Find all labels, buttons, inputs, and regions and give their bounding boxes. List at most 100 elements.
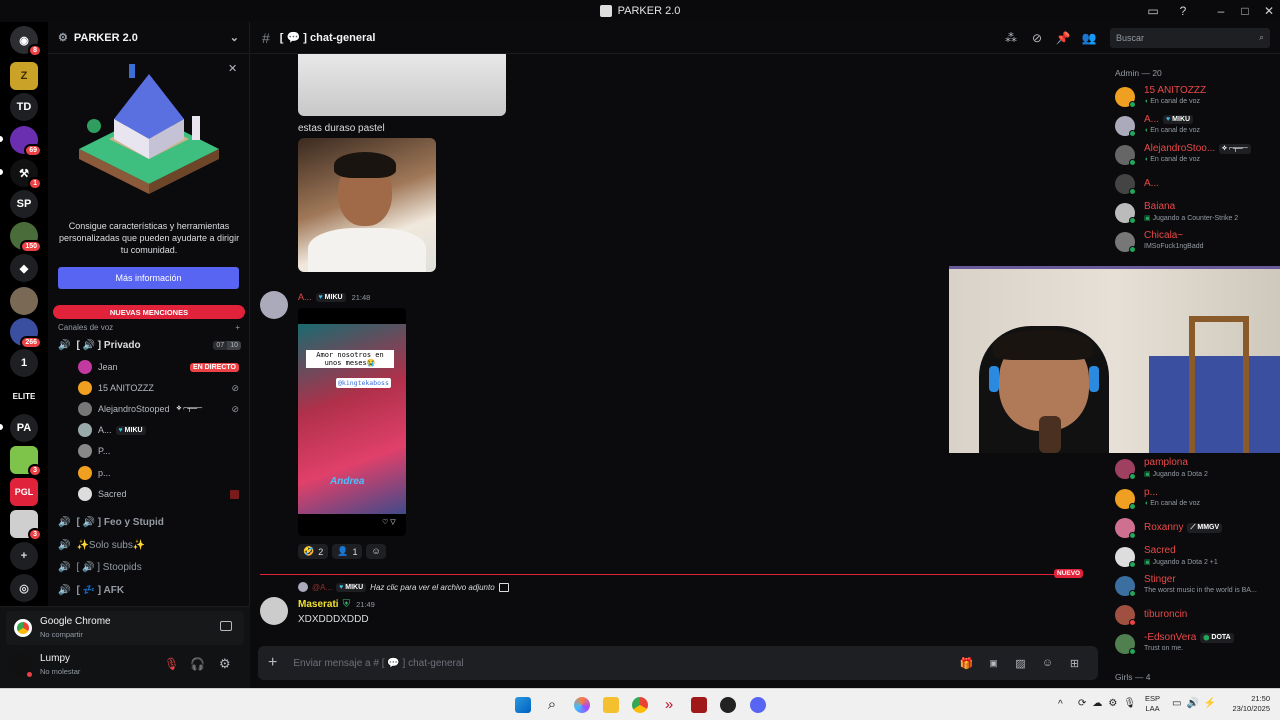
headphones-muted-icon[interactable]: 🎧 [190,657,205,671]
copilot-icon[interactable] [574,697,590,713]
settings-gear-icon[interactable]: ⚙ [219,656,231,672]
system-icons[interactable]: ▭🔊⚡ [1172,698,1221,709]
server-icon-hammer[interactable]: ⚒ 1 [10,159,42,190]
member-item[interactable]: tiburoncin [1115,601,1275,629]
image-attachment[interactable] [298,54,506,116]
language-indicator[interactable]: ESP LAA [1145,694,1160,714]
avatar[interactable] [8,653,34,679]
member-item[interactable]: pamplona ▣ Jugando a Dota 2 [1115,455,1275,483]
server-icon-vc[interactable]: 69 [10,126,42,157]
member-item[interactable]: Chicala~ IMSoFuck1ngBadd [1115,228,1275,256]
close-button[interactable]: ✕ [1256,0,1280,22]
add-server-button[interactable]: + [10,542,38,570]
voice-channel[interactable]: 🔊 ✨Solo subs✨ [58,535,241,555]
voice-user[interactable]: P... [78,441,239,461]
server-icon-ab[interactable]: 3 [10,510,42,541]
voice-user[interactable]: Sacred [78,484,239,504]
image-attachment[interactable] [298,138,436,272]
inbox-icon[interactable]: ▭ [1140,0,1166,22]
voice-section-header[interactable]: Canales de voz + [58,321,240,333]
plus-icon[interactable]: + [268,654,277,672]
voice-user[interactable]: A... ♥ MIKU [78,420,239,440]
member-item[interactable]: -EdsonVera ⬢ DOTA Trust on me. [1115,630,1275,658]
message-composer[interactable]: + Enviar mensaje a # [ 💬 ] chat-general … [258,646,1098,680]
voice-channel[interactable]: 🔊 [ 🔊 ] Feo y Stupid [58,512,241,532]
search-box[interactable]: Buscar ⌕ [1110,27,1270,48]
add-reaction-icon[interactable]: ☺ [366,544,386,559]
discord-taskbar-icon[interactable] [750,697,766,713]
server-icon-dice[interactable]: ◆ [10,254,38,282]
threads-icon[interactable]: ⁂ [998,31,1024,45]
server-icon-pa[interactable]: PA [10,414,38,442]
emoji-icon[interactable]: ☺ [1034,657,1061,669]
avatar[interactable] [260,291,288,319]
message-text: estas duraso pastel [298,123,385,134]
maximize-button[interactable]: □ [1232,0,1258,22]
apps-icon[interactable]: ⊞ [1061,657,1088,670]
voice-channel[interactable]: 🔊 [ 🔊 ] Stoopids [58,557,241,577]
reply-preview[interactable]: @A... ♥ MIKU Haz clic para ver el archivo… [298,582,509,592]
app-icon-red[interactable]: » [661,697,677,713]
reaction[interactable]: 👤 1 [332,544,363,559]
reaction[interactable]: 🤣 2 [298,544,329,559]
voice-user[interactable]: AlejandroStooped ⟡ ⌐╤═─ ⊘ [78,399,239,419]
server-icon-animal[interactable] [10,287,38,315]
new-mentions-banner[interactable]: NUEVAS MENCIONES [53,305,245,319]
server-icon-1[interactable]: 1 [10,349,38,377]
server-icon-green[interactable]: 3 [10,446,42,477]
member-item[interactable]: A... ♥ MIKU ◖ En canal de voz [1115,112,1275,140]
file-explorer-icon[interactable] [603,697,619,713]
help-icon[interactable]: ? [1170,0,1196,22]
mute-channel-icon[interactable]: ⊘ [1024,31,1050,45]
app-icon-dark[interactable] [720,697,736,713]
story-image[interactable]: Amor nosotros en unos meses😭 @kingtekabo… [298,308,406,536]
voice-user[interactable]: p... [78,463,239,483]
dota-icon[interactable] [691,697,707,713]
pinned-icon[interactable]: 📌 [1050,31,1076,45]
start-icon[interactable] [515,697,531,713]
minimize-button[interactable]: – [1208,0,1234,22]
server-icon-sp[interactable]: SP [10,190,38,218]
member-item[interactable]: Stinger The worst music in the world is … [1115,572,1275,600]
voice-channel-privado[interactable]: 🔊 [ 🔊 ] Privado 07 10 [58,335,241,355]
mic-muted-icon[interactable]: 🎙 [164,657,179,671]
more-info-button[interactable]: Más información [58,267,239,289]
chevron-up-icon[interactable]: ^ [1058,699,1063,710]
voice-user[interactable]: 15 ANITOZZZ ⊘ [78,378,239,398]
member-item[interactable]: A... [1115,170,1275,198]
close-icon[interactable]: ✕ [228,62,237,75]
search-icon[interactable]: ⌕ [544,697,560,713]
clock[interactable]: 21:50 23/10/2025 [1222,694,1270,714]
plus-icon[interactable]: + [235,323,240,332]
gif-icon[interactable]: ▣ [980,658,1007,669]
chrome-icon[interactable] [632,697,648,713]
discover-button[interactable]: ◎ [10,574,38,602]
member-item[interactable]: AlejandroStoo... ⟡ ⌐╤═─ ◖ En canal de voz [1115,141,1275,169]
message-input[interactable]: Enviar mensaje a # [ 💬 ] chat-general [293,658,953,669]
member-item[interactable]: Roxanny ⟋ MMGV [1115,514,1275,542]
avatar[interactable] [260,597,288,625]
gift-icon[interactable]: 🎁 [953,657,980,670]
screen-share-icon[interactable] [220,621,232,631]
member-item[interactable]: p... ◖ En canal de voz [1115,485,1275,513]
server-header[interactable]: ⚙ PARKER 2.0 ⌄ [48,22,249,54]
stream-panel[interactable]: Google Chrome No compartir [6,611,244,645]
member-item[interactable]: Baiana ▣ Jugando a Counter-Strike 2 [1115,199,1275,227]
server-icon-266[interactable]: 266 [10,318,42,349]
message-text: XDXDDDXDDD [298,614,369,625]
sticker-icon[interactable]: ▨ [1007,657,1034,670]
member-item[interactable]: Sacred ▣ Jugando a Dota 2 +1 [1115,543,1275,571]
author-name[interactable]: A... [298,292,312,302]
author-name[interactable]: Maserati [298,599,339,610]
voice-channel[interactable]: 🔊 [ 💤 ] AFK [58,580,241,600]
tray-icons[interactable]: ⟳☁⚙🎙 [1078,698,1142,709]
server-icon-td[interactable]: TD [10,93,38,121]
server-icon-z[interactable]: Z [10,62,38,90]
voice-user[interactable]: Jean EN DIRECTO [78,357,239,377]
member-item[interactable]: 15 ANITOZZZ ◖ En canal de voz [1115,83,1275,111]
server-icon-pgl[interactable]: PGL [10,478,38,506]
server-icon-150[interactable]: 150 [10,222,42,253]
home-button[interactable]: ◉ 8 [10,26,42,57]
server-icon-elite[interactable]: ELITE [10,382,38,410]
members-icon[interactable]: 👥 [1076,31,1102,45]
